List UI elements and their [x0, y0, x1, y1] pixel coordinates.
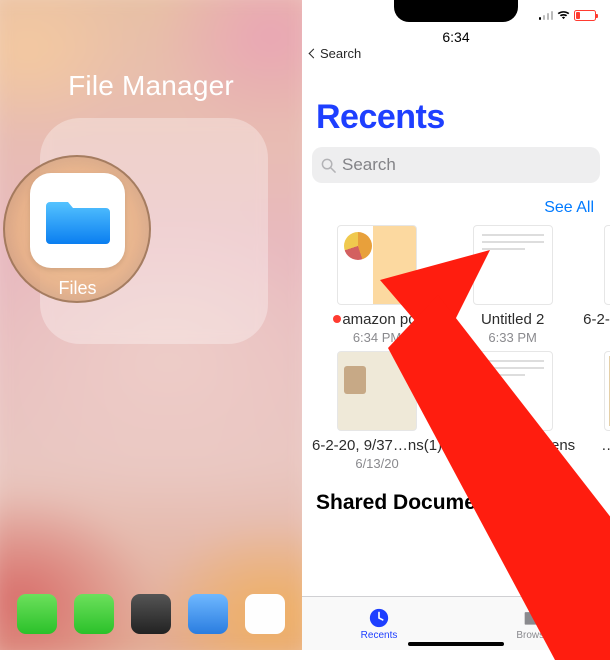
file-thumbnail: [473, 225, 553, 305]
file-item[interactable]: amazon pdf 6:34 PM: [312, 225, 442, 345]
file-name: 6…20, 7/19…Lens: [450, 437, 575, 455]
file-thumbnail: [337, 351, 417, 431]
dock-app-2[interactable]: [74, 594, 114, 634]
battery-icon: [574, 10, 596, 21]
file-name: …20, 9/…(9): [583, 437, 610, 455]
folder-title: File Manager: [0, 70, 302, 102]
back-label: Search: [320, 46, 361, 61]
file-time: 6/13/20: [312, 456, 442, 471]
page-title: Recents: [316, 98, 610, 137]
tab-label: Recents: [361, 630, 398, 641]
dock-app-3[interactable]: [131, 594, 171, 634]
file-time: 6/13/20: [583, 330, 610, 345]
search-placeholder: Search: [342, 155, 396, 175]
files-app-label: Files: [30, 278, 125, 299]
back-button[interactable]: Search: [310, 46, 361, 61]
search-input[interactable]: Search: [312, 147, 600, 183]
clock-icon: [368, 607, 390, 629]
file-thumbnail: [604, 351, 610, 431]
home-screen: File Manager Files: [0, 0, 302, 650]
dock-app-5[interactable]: [245, 594, 285, 634]
file-name: 6-2-20, 9/37…ns(1): [312, 437, 442, 455]
wifi-icon: [557, 10, 570, 20]
file-thumbnail: [337, 225, 417, 305]
recents-grid: amazon pdf 6:34 PM Untitled 2 6:33 PM 6-…: [302, 225, 610, 471]
file-name: 6-2-20, 9/37…s(7): [583, 311, 610, 329]
file-name: amazon pdf: [312, 311, 442, 329]
file-name: Untitled 2: [450, 311, 575, 329]
search-icon: [321, 158, 336, 173]
dock-app-4[interactable]: [188, 594, 228, 634]
file-time: …/20: [583, 456, 610, 471]
file-time: 6:34 PM: [312, 330, 442, 345]
files-app[interactable]: Files: [30, 173, 125, 299]
annotation-dot-icon: [333, 315, 341, 323]
chevron-left-icon: [309, 49, 319, 59]
see-all-link[interactable]: See All: [302, 199, 594, 217]
dock: [0, 586, 302, 642]
cellular-icon: [539, 10, 554, 20]
tab-label: Browse: [516, 630, 549, 641]
file-item[interactable]: 6…20, 7/19…Lens 6/3/20: [450, 351, 575, 471]
shared-documents-header: Shared Documents: [316, 491, 610, 515]
file-item[interactable]: 6-2-20, 9/37…ns(1) 6/13/20: [312, 351, 442, 471]
folder-icon: [46, 196, 110, 246]
files-app-icon: [30, 173, 125, 268]
dock-app-1[interactable]: [17, 594, 57, 634]
files-app-screen: 6:34 Search Recents Search See All amazo…: [302, 0, 610, 650]
status-time: 6:34: [442, 29, 469, 45]
file-thumbnail: [604, 225, 610, 305]
file-item[interactable]: Untitled 2 6:33 PM: [450, 225, 575, 345]
home-indicator[interactable]: [408, 642, 504, 646]
file-thumbnail: [473, 351, 553, 431]
file-item[interactable]: 6-2-20, 9/37…s(7) 6/13/20: [583, 225, 610, 345]
notch: [394, 0, 518, 22]
file-time: 6:33 PM: [450, 330, 575, 345]
folder-icon: [522, 607, 544, 629]
file-time: 6/3/20: [450, 456, 575, 471]
file-item[interactable]: …20, 9/…(9) …/20: [583, 351, 610, 471]
